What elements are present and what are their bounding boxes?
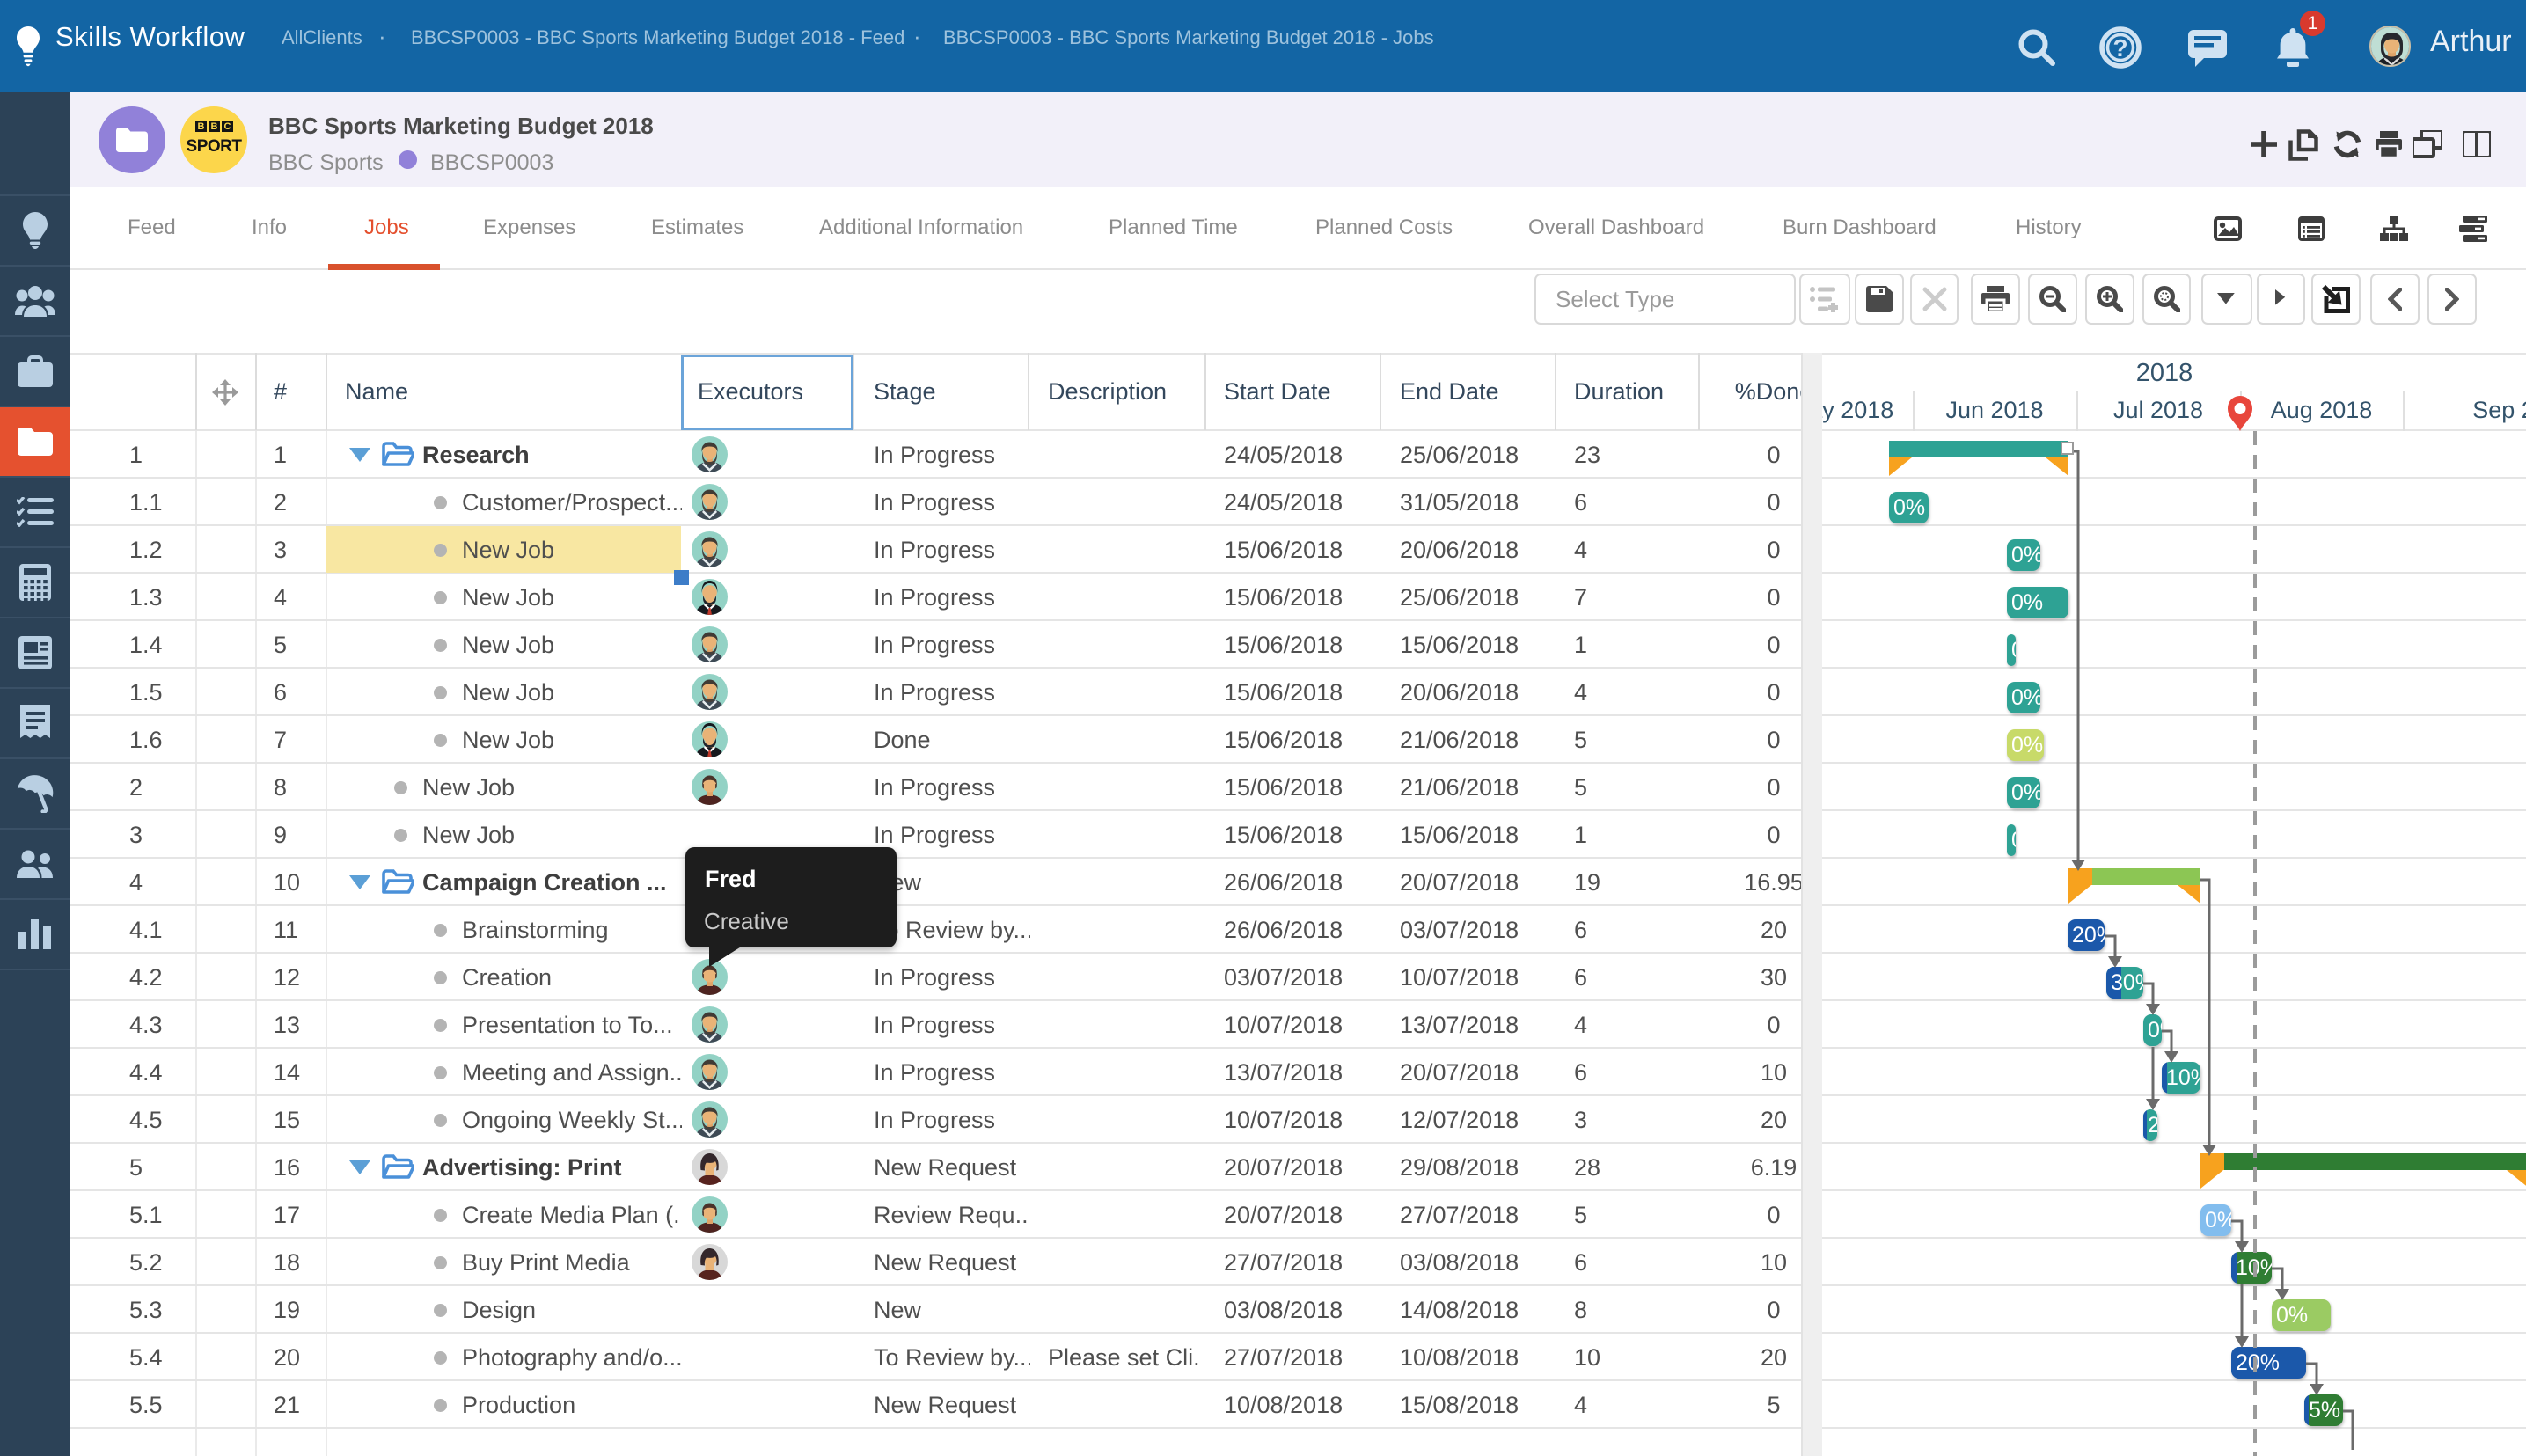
svg-text:B: B [211,121,218,132]
svg-text:B: B [198,121,205,132]
svg-text:SPORT: SPORT [187,137,243,156]
svg-text:?: ? [2112,34,2127,62]
svg-text:C: C [224,121,231,132]
